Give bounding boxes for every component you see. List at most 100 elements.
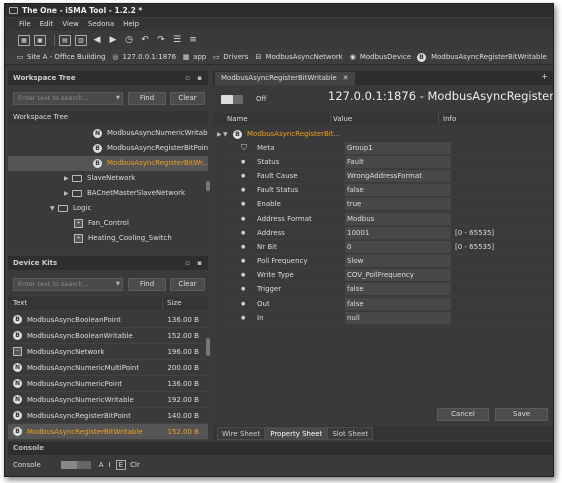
breadcrumb-network[interactable]: ⊟ ModbusAsyncNetwork: [254, 53, 343, 61]
off-toggle[interactable]: [221, 95, 243, 104]
undo-icon[interactable]: ↶: [139, 35, 151, 46]
property-row[interactable]: ● Address Format Modbus: [227, 212, 553, 227]
menu-file[interactable]: File: [19, 18, 31, 31]
editor-tab[interactable]: ModbusAsyncRegisterBitWritable ✕: [215, 72, 355, 85]
property-value[interactable]: 0: [345, 240, 451, 253]
property-value[interactable]: false: [345, 283, 451, 296]
collapse-arrow-icon[interactable]: ▼: [223, 131, 233, 138]
menu-edit[interactable]: Edit: [40, 18, 54, 31]
history-icon[interactable]: ◷: [123, 35, 135, 46]
kits-search-input[interactable]: Enter text to search...: [13, 278, 123, 291]
property-value[interactable]: false: [345, 184, 451, 197]
console-filter-a[interactable]: A: [99, 461, 104, 469]
kits-find-button[interactable]: Find: [128, 278, 166, 291]
tree-item[interactable]: N ModbusAsyncNumericWritable: [8, 126, 208, 141]
menu-view[interactable]: View: [62, 18, 79, 31]
tab-slot-sheet[interactable]: Slot Sheet: [327, 427, 374, 440]
search-dropdown-icon[interactable]: ▼: [116, 95, 120, 101]
restore-icon[interactable]: ▫: [185, 256, 190, 270]
property-value[interactable]: COV_PollFrequency: [345, 269, 451, 282]
property-value[interactable]: true: [345, 198, 451, 211]
breadcrumb-point[interactable]: B ModbusAsyncRegisterBitWritable: [417, 52, 547, 62]
forward-icon[interactable]: ▶: [107, 35, 119, 46]
property-row[interactable]: ⛉ Meta Group1: [227, 141, 553, 156]
property-row[interactable]: ● Nr Bit 0 [0 - 65535]: [227, 240, 553, 255]
back-icon[interactable]: ◀: [91, 35, 103, 46]
property-row[interactable]: ● Fault Status false: [227, 184, 553, 198]
tree-item-selected[interactable]: B ModbusAsyncRegisterBitWr...: [8, 156, 208, 171]
console-toggle-knob[interactable]: [60, 461, 77, 469]
sliders-icon[interactable]: ≡: [187, 35, 199, 46]
props-root-row[interactable]: ▶ ▼ B ModbusAsyncRegisterBit...: [213, 126, 553, 142]
breadcrumb-device[interactable]: ◎ 127.0.0.1:1876: [111, 53, 176, 61]
search-dropdown-icon[interactable]: ▼: [116, 281, 120, 287]
workspace-search-input[interactable]: Enter text to search...: [13, 92, 123, 105]
property-row[interactable]: ● Fault Cause WrongAddressFormat: [227, 169, 553, 184]
property-row[interactable]: ● Poll Frequency Slow: [227, 255, 553, 269]
tree-item[interactable]: B ModbusAsyncRegisterBitPoint: [8, 141, 208, 156]
property-row[interactable]: ● Write Type COV_PollFrequency: [227, 269, 553, 283]
menu-sedona[interactable]: Sedona: [88, 18, 114, 31]
cancel-button[interactable]: Cancel: [437, 408, 489, 421]
console-filter-e[interactable]: E: [115, 460, 127, 470]
property-row[interactable]: ● Trigger false: [227, 283, 553, 298]
property-row[interactable]: ● In null: [227, 311, 553, 326]
maximize-icon[interactable]: ▪: [197, 256, 202, 270]
workspace-scrollbar[interactable]: [206, 181, 210, 191]
restore-icon[interactable]: ▫: [185, 71, 190, 85]
kit-row[interactable]: B ModbusAsyncRegisterBitPoint 140.00 B: [8, 408, 208, 424]
tab-property-sheet[interactable]: Property Sheet: [265, 427, 328, 440]
property-row[interactable]: ● Address 10001 [0 - 65535]: [227, 226, 553, 241]
tree-item[interactable]: + Fan_Control: [8, 216, 208, 231]
expand-arrow-icon[interactable]: ▶: [64, 186, 72, 201]
property-row[interactable]: ● Enable true: [227, 198, 553, 212]
kits-clear-button[interactable]: Clear: [170, 278, 205, 291]
property-value[interactable]: WrongAddressFormat: [345, 169, 451, 182]
console-clear-button[interactable]: Clr: [130, 461, 140, 469]
kit-row[interactable]: B ModbusAsyncBooleanPoint 136.00 B: [8, 312, 208, 328]
menu-help[interactable]: Help: [123, 18, 139, 31]
kit-row[interactable]: B ModbusAsyncBooleanWritable 152.00 B: [8, 328, 208, 344]
save-icon[interactable]: ▣: [34, 35, 46, 46]
property-value[interactable]: Modbus: [345, 212, 451, 225]
tree-item[interactable]: ▶ BACnetMasterSlaveNetwork: [8, 186, 208, 201]
device-icon[interactable]: ▤: [59, 35, 71, 46]
property-value[interactable]: 10001: [345, 226, 451, 239]
kit-row[interactable]: B ModbusAsyncRegisterBitWritable 152.00 B: [8, 424, 208, 440]
add-tab-icon[interactable]: +: [541, 72, 548, 81]
property-row[interactable]: ● Out false: [227, 297, 553, 312]
property-value[interactable]: false: [345, 297, 451, 310]
breadcrumb-drivers[interactable]: ▭ Drivers: [212, 53, 249, 61]
property-value[interactable]: Fault: [345, 155, 451, 168]
expand-arrow-icon[interactable]: ▶: [213, 131, 223, 138]
console-toggle-track[interactable]: [76, 461, 91, 469]
redo-icon[interactable]: ↷: [155, 35, 167, 46]
tab-wire-sheet[interactable]: Wire Sheet: [217, 427, 266, 440]
breadcrumb-site[interactable]: ▭ Site A - Office Building: [16, 53, 106, 61]
tree-item[interactable]: ▶ SlaveNetwork: [8, 171, 208, 186]
property-row[interactable]: ● Status Fault: [227, 155, 553, 170]
kit-row[interactable]: N ModbusAsyncNumericWritable 192.00 B: [8, 392, 208, 408]
close-tab-icon[interactable]: ✕: [343, 72, 349, 85]
breadcrumb-modbus-device[interactable]: ◉ ModbusDevice: [349, 53, 411, 61]
list-icon[interactable]: ☰: [171, 35, 183, 46]
maximize-icon[interactable]: ▪: [197, 71, 202, 85]
grid-icon[interactable]: ▦: [18, 35, 30, 46]
kit-row[interactable]: N ModbusAsyncNumericMultiPoint 200.00 B: [8, 360, 208, 376]
workspace-find-button[interactable]: Find: [128, 92, 166, 105]
config-icon[interactable]: ▥: [75, 35, 87, 46]
property-value[interactable]: null: [345, 311, 451, 324]
collapse-arrow-icon[interactable]: ▼: [50, 201, 58, 216]
kit-row[interactable]: — ModbusAsyncNetwork 196.00 B: [8, 344, 208, 360]
kits-scrollbar[interactable]: [206, 338, 210, 356]
expand-arrow-icon[interactable]: ▶: [64, 171, 72, 186]
property-value[interactable]: Group1: [345, 141, 451, 154]
save-button[interactable]: Save: [495, 408, 548, 421]
workspace-clear-button[interactable]: Clear: [170, 92, 205, 105]
breadcrumb-app[interactable]: ▦ app: [182, 53, 207, 61]
kit-row[interactable]: N ModbusAsyncNumericPoint 136.00 B: [8, 376, 208, 392]
property-value[interactable]: Slow: [345, 255, 451, 268]
tree-item[interactable]: ▼ Logic: [8, 201, 208, 216]
tree-item[interactable]: + Heating_Cooling_Switch: [8, 231, 208, 246]
console-filter-i[interactable]: I: [109, 461, 111, 469]
